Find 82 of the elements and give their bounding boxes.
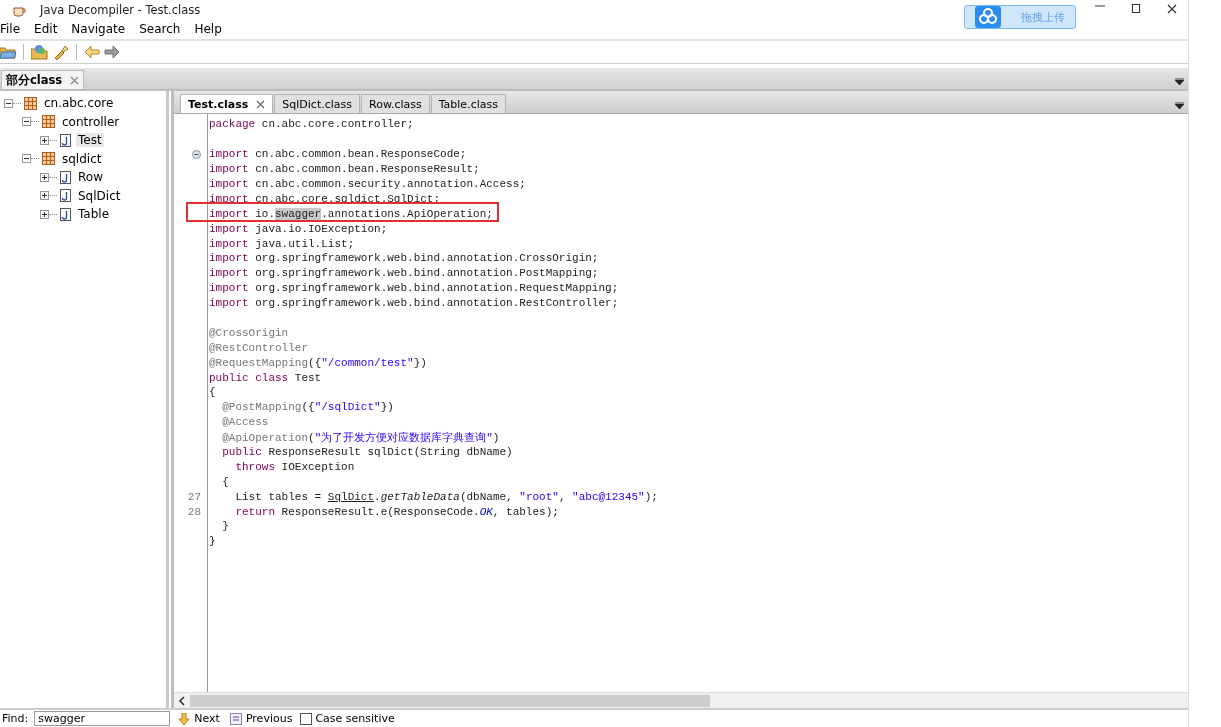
package-icon	[24, 96, 37, 110]
folder-icon[interactable]	[0, 45, 16, 59]
menu-item[interactable]: Edit	[34, 22, 58, 36]
editor-tab[interactable]: SqlDict.class	[274, 94, 360, 113]
code-line: @Access	[221, 416, 269, 429]
folder-globe-icon[interactable]	[31, 44, 49, 60]
code-line: import cn.abc.core.sqldict.SqlDict;	[209, 192, 441, 205]
code-line: @ApiOperation("为了开发方便对应数据库字典查询")	[221, 430, 500, 445]
tree-item[interactable]: cn.abc.core	[42, 96, 116, 111]
class-file-icon	[60, 207, 71, 221]
package-icon	[42, 115, 55, 129]
scrollbar-thumb[interactable]	[190, 694, 710, 707]
expand-icon[interactable]	[40, 209, 49, 219]
menu-item[interactable]: Help	[194, 22, 222, 36]
collapse-icon[interactable]	[22, 117, 31, 127]
code-line: import io.swagger.annotations.ApiOperation;	[209, 207, 493, 220]
expand-icon[interactable]	[40, 172, 49, 182]
code-line: import cn.abc.common.bean.ResponseResult;	[209, 163, 480, 176]
editor-tab[interactable]: Table.class	[430, 94, 506, 113]
code-line: package cn.abc.core.controller;	[209, 118, 414, 131]
code-line: }	[221, 520, 229, 533]
window-title: Java Decompiler - Test.class	[40, 3, 201, 17]
tree-item[interactable]: SqlDict	[76, 188, 123, 203]
code-line: @RestController	[209, 341, 309, 354]
code-line: throws IOException	[234, 460, 355, 473]
code-line: {	[209, 386, 216, 399]
code-line: @CrossOrigin	[209, 326, 289, 339]
code-line: }	[209, 535, 216, 548]
dropdown-icon[interactable]	[1175, 102, 1184, 109]
menu-item[interactable]: Navigate	[71, 22, 126, 36]
dropdown-icon[interactable]	[1175, 78, 1184, 85]
code-line: import cn.abc.common.bean.ResponseCode;	[209, 148, 467, 161]
editor-tab[interactable]: Row.class	[361, 94, 430, 113]
close-icon[interactable]	[256, 99, 266, 109]
code-line: import java.io.IOException;	[209, 222, 388, 235]
tree-item[interactable]: Row	[76, 170, 105, 185]
code-line: import org.springframework.web.bind.annotation.CrossOrigin;	[209, 252, 599, 265]
code-line: import org.springframework.web.bind.annotation.RequestMapping;	[209, 282, 619, 295]
line-number: 28	[187, 505, 201, 518]
forward-arrow-icon[interactable]	[104, 45, 120, 59]
tree-item[interactable]: Table	[76, 207, 112, 222]
code-line: import org.springframework.web.bind.annotation.PostMapping;	[209, 267, 599, 280]
class-file-icon	[60, 170, 71, 184]
file-tab[interactable]: 部分class	[1, 70, 85, 89]
find-label: Find:	[2, 712, 29, 725]
tree-item[interactable]: controller	[60, 114, 122, 129]
code-line: {	[221, 475, 229, 488]
code-line: import java.util.List;	[209, 237, 355, 250]
collapse-icon[interactable]	[4, 98, 13, 108]
back-arrow-icon[interactable]	[84, 45, 100, 59]
tree-item[interactable]: Test	[76, 133, 104, 148]
find-field[interactable]: swagger	[34, 711, 171, 726]
package-icon	[42, 152, 55, 166]
editor-tab[interactable]: Test.class	[180, 94, 274, 113]
class-file-icon	[60, 133, 71, 147]
maximize-icon[interactable]	[1130, 4, 1142, 16]
collapse-icon[interactable]	[22, 154, 31, 164]
expand-icon[interactable]	[40, 135, 49, 145]
code-line: return ResponseResult.e(ResponseCode.OK, tables);	[234, 505, 559, 518]
down-arrow-icon	[178, 712, 191, 725]
code-line: public class Test	[209, 371, 322, 384]
menu-item[interactable]: Search	[139, 22, 181, 36]
expand-icon[interactable]	[40, 191, 49, 201]
class-file-icon	[60, 189, 71, 203]
tree-item[interactable]: sqldict	[60, 151, 104, 166]
list-icon	[229, 712, 242, 725]
code-line: import org.springframework.web.bind.annotation.RestController;	[209, 297, 619, 310]
checkbox[interactable]	[300, 712, 313, 725]
code-line: List tables = SqlDict.getTableData(dbName, "root", "abc@12345");	[234, 490, 658, 503]
previous-button[interactable]: Previous	[227, 712, 295, 725]
scroll-left-icon[interactable]	[178, 695, 186, 706]
code-line: @RequestMapping({"/common/test"})	[209, 356, 427, 369]
close-icon[interactable]	[1166, 4, 1178, 16]
code-line: public ResponseResult sqlDict(String dbName)	[221, 446, 513, 459]
fold-icon[interactable]	[192, 149, 201, 159]
next-button[interactable]: Next	[176, 712, 222, 725]
menu-item[interactable]: File	[0, 22, 21, 36]
torch-icon[interactable]	[53, 44, 69, 60]
line-number: 27	[187, 490, 201, 503]
checkbox-label: Case sensitive	[315, 712, 395, 725]
code-line: @PostMapping({"/sqlDict"})	[221, 401, 394, 414]
code-line: import cn.abc.common.security.annotation.Access;	[209, 178, 526, 190]
